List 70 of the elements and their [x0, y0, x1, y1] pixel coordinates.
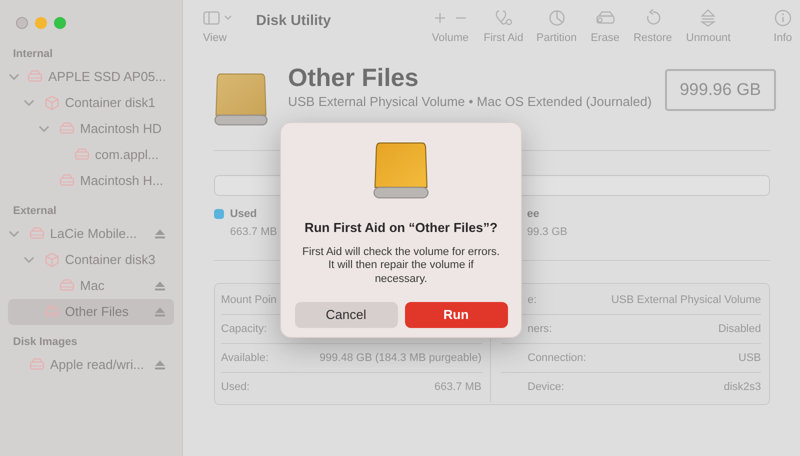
section-header: Internal: [12, 47, 54, 62]
dialog-title: Run First Aid on “Other Files”?: [304, 219, 498, 237]
legend-value: 663.7 MB: [230, 225, 278, 240]
chevron-icon[interactable]: [8, 71, 20, 83]
eject-icon[interactable]: [154, 359, 166, 371]
view-label: View: [203, 31, 227, 46]
erase-button[interactable]: Erase: [590, 9, 620, 46]
chevron-icon[interactable]: [8, 228, 20, 240]
info-label: Used:: [221, 380, 250, 396]
sidebar-item[interactable]: Mac: [8, 273, 174, 299]
stethoscope-icon: [494, 9, 512, 27]
info-value: USB External Physical Volume: [611, 292, 761, 308]
cube-icon: [44, 252, 60, 268]
eject-icon: [699, 9, 718, 27]
chevron-icon[interactable]: [23, 254, 35, 266]
info-label: e:: [526, 292, 537, 308]
chevron-icon[interactable]: [38, 123, 50, 135]
info-icon: [774, 9, 792, 27]
info-value: Disabled: [718, 322, 761, 337]
sidebar-item[interactable]: Other Files: [8, 299, 174, 325]
info-value: disk2s3: [724, 380, 761, 396]
run-button[interactable]: Run: [404, 302, 508, 328]
chevron-icon: [224, 14, 232, 21]
info-value: 999.48 GB (184.3 MB purgeable): [319, 350, 482, 366]
section-header: Disk Images: [12, 335, 78, 350]
close-button[interactable]: [16, 17, 28, 29]
eject-icon[interactable]: [154, 228, 166, 240]
sidebar-item[interactable]: Macintosh HD: [8, 116, 174, 142]
chevron-icon[interactable]: [23, 97, 35, 109]
minimize-button[interactable]: [35, 17, 47, 29]
capacity-display: 999.96 GB: [664, 69, 776, 110]
info-label: Connection:: [526, 350, 586, 366]
eject-icon[interactable]: [154, 280, 166, 292]
sidebar-item[interactable]: Macintosh H...: [8, 168, 174, 194]
info-button[interactable]: Info: [774, 9, 792, 46]
sidebar-item[interactable]: Container disk1: [8, 90, 174, 116]
section-header: External: [12, 204, 58, 219]
volume-description: USB External Physical Volume • Mac OS Extended (Journaled): [288, 94, 652, 110]
legend-label: Used: [230, 206, 257, 222]
info-label: Available:: [221, 350, 268, 366]
partition-button[interactable]: Partition: [536, 9, 577, 46]
cube-icon: [44, 95, 60, 111]
zoom-button[interactable]: [54, 17, 66, 29]
info-value: 663.7 MB: [434, 380, 482, 396]
sidebar-toggle-icon: [203, 10, 220, 24]
window-title: Disk Utility: [256, 12, 331, 31]
legend-value: 99.3 GB: [527, 225, 568, 240]
info-value: USB: [738, 350, 761, 366]
sidebar-item[interactable]: Container disk3: [8, 247, 174, 273]
volume-name: Other Files: [288, 63, 420, 94]
sidebar-item[interactable]: com.appl...: [8, 142, 174, 168]
dialog-message: First Aid will check the volume for errors. It will then repair the volume if necessary.: [301, 246, 501, 286]
view-button[interactable]: [203, 9, 232, 26]
drive-icon: [214, 72, 268, 126]
sidebar-item[interactable]: Apple read/wri...: [8, 352, 174, 378]
info-label: Capacity:: [221, 322, 267, 337]
plus-icon: [434, 12, 446, 24]
unmount-button[interactable]: Unmount: [686, 9, 731, 46]
sidebar-item[interactable]: LaCie Mobile...: [8, 221, 174, 247]
eject-icon[interactable]: [154, 306, 166, 318]
info-label: ners:: [526, 322, 552, 337]
sidebar-item[interactable]: APPLE SSD AP05...: [8, 64, 174, 90]
drive-icon: [373, 141, 429, 199]
info-label: Mount Poin: [221, 292, 277, 308]
legend-label: ee: [527, 206, 540, 222]
volume-button[interactable]: Volume: [432, 9, 469, 46]
restore-button[interactable]: Restore: [633, 9, 672, 46]
info-label: Device:: [526, 380, 564, 396]
cancel-button[interactable]: Cancel: [294, 302, 398, 328]
pie-chart-icon: [548, 9, 566, 27]
